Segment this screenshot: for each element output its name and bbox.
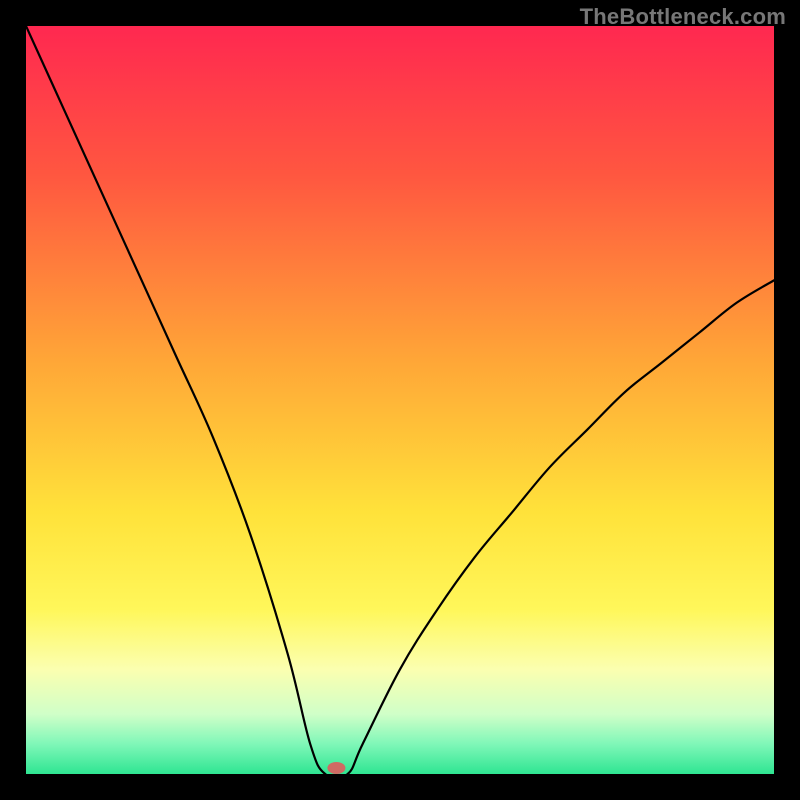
gradient-background [26,26,774,774]
chart-frame: TheBottleneck.com [0,0,800,800]
watermark-text: TheBottleneck.com [580,4,786,30]
optimal-marker [327,762,345,774]
plot-area [26,26,774,774]
plot-svg [26,26,774,774]
